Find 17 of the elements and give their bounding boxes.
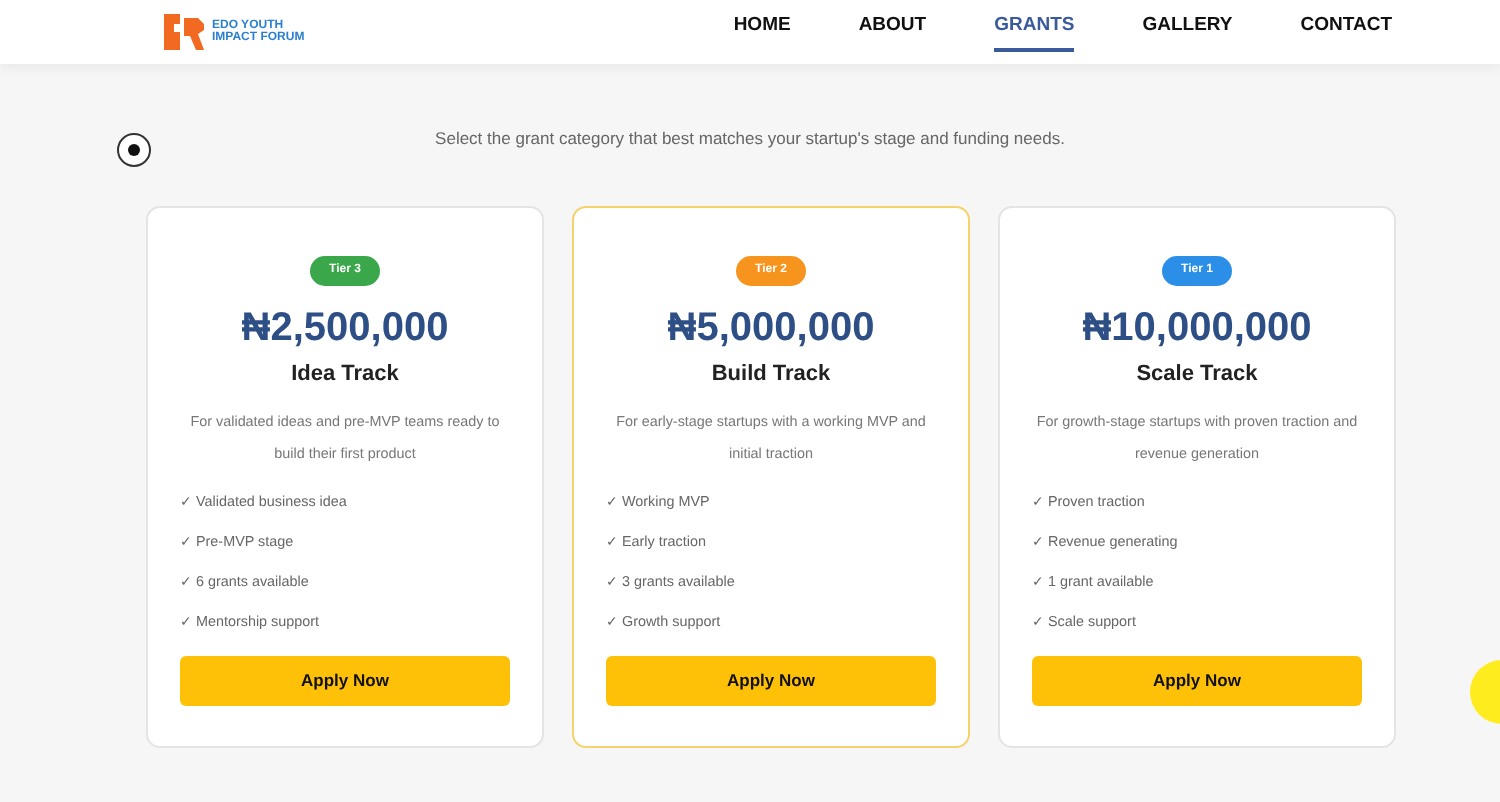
nav-link[interactable]: ABOUT <box>858 12 927 52</box>
grant-amount: ₦2,500,000 <box>239 308 451 348</box>
track-name: Build Track <box>709 360 833 390</box>
nav-link[interactable]: GRANTS <box>994 12 1075 52</box>
radio-icon[interactable] <box>116 132 152 168</box>
apply-button[interactable]: Apply Now <box>180 655 510 705</box>
nav-link[interactable]: GALLERY <box>1142 12 1233 52</box>
logo-icon <box>164 14 204 50</box>
track-name: Idea Track <box>289 360 401 390</box>
subtitle: Select the grant category that best matches your startup's stage and funding needs. <box>435 128 1065 148</box>
nav-link[interactable]: CONTACT <box>1300 12 1392 52</box>
grant-amount: ₦10,000,000 <box>1080 308 1314 348</box>
apply-button[interactable]: Apply Now <box>1032 655 1362 705</box>
apply-button[interactable]: Apply Now <box>606 655 936 705</box>
nav-link[interactable]: HOME <box>733 12 791 52</box>
grant-amount: ₦5,000,000 <box>665 308 877 348</box>
track-name: Scale Track <box>1134 360 1260 390</box>
